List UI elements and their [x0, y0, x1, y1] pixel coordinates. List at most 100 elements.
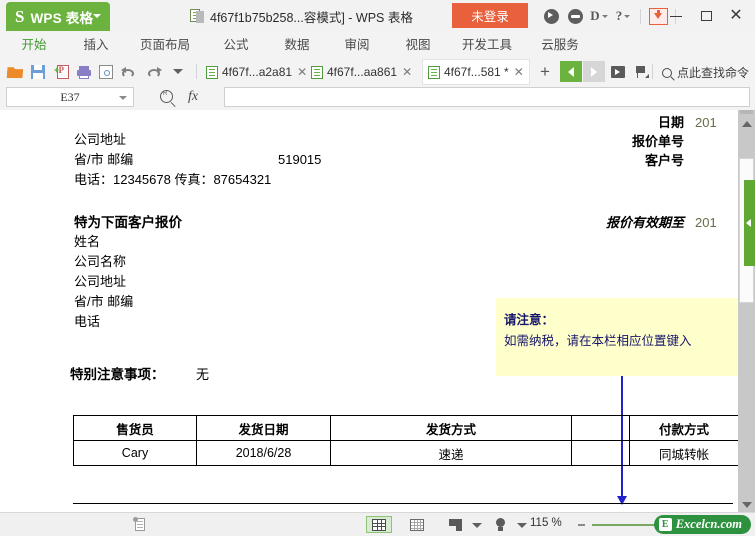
ribbon-tab-insert[interactable]: 插入 — [70, 32, 122, 58]
document-tab-3[interactable]: 4f67f...581 * ✕ — [422, 59, 530, 87]
login-button[interactable]: 未登录 — [452, 3, 528, 28]
document-tab-2[interactable]: 4f67f...aa861 ✕ — [311, 59, 412, 85]
scroll-up-icon[interactable] — [738, 116, 755, 132]
order-info-table: 售货员 发货日期 发货方式 付款方式 Cary 2018/6/28 速递 同城转… — [73, 415, 739, 466]
split-handle[interactable] — [740, 110, 753, 114]
close-button[interactable]: ✕ — [721, 2, 751, 30]
table-header-ship-date: 发货日期 — [197, 416, 331, 441]
window-controls: ✕ — [661, 0, 751, 32]
compat-circle-icon[interactable] — [540, 5, 562, 27]
spreadsheet-tab-icon — [428, 66, 440, 79]
next-tab-icon[interactable] — [583, 61, 605, 82]
ribbon-tab-formula[interactable]: 公式 — [210, 32, 262, 58]
watermark-badge: E Excelcn.com — [654, 515, 751, 534]
date-value: 201 — [695, 113, 717, 132]
prev-tab-icon[interactable] — [560, 61, 582, 82]
page-break-view-icon[interactable] — [442, 516, 468, 533]
print-preview-icon[interactable] — [96, 62, 116, 82]
document-tab-1-label: 4f67f...a2a81 — [222, 65, 292, 79]
open-folder-icon[interactable] — [5, 62, 25, 82]
ribbon-tab-data[interactable]: 数据 — [271, 32, 323, 58]
toolbar-divider-2 — [652, 64, 653, 79]
ribbon-tab-dev-tools[interactable]: 开发工具 — [450, 32, 524, 58]
zoom-out-icon[interactable] — [578, 524, 585, 526]
table-header-row: 售货员 发货日期 发货方式 付款方式 — [74, 416, 739, 441]
page-layout-view-icon[interactable] — [404, 516, 430, 533]
tab-flag-icon[interactable] — [632, 62, 652, 82]
name-box[interactable]: E37 — [6, 87, 134, 107]
table-header-salesperson: 售货员 — [74, 416, 197, 441]
task-pane-toggle-icon[interactable] — [744, 180, 755, 266]
cell-blank — [572, 441, 630, 466]
scroll-down-icon[interactable] — [738, 497, 755, 513]
insert-function-icon[interactable]: fx — [188, 89, 198, 105]
formula-zoom-icon[interactable]: R — [160, 90, 173, 103]
print-icon[interactable] — [74, 62, 94, 82]
zoom-level-label[interactable]: 115 % — [530, 517, 562, 529]
reading-layout-dropdown-icon[interactable] — [517, 523, 527, 528]
normal-view-icon[interactable] — [366, 516, 392, 533]
ribbon-tab-review[interactable]: 审阅 — [331, 32, 383, 58]
customer-name-label: 姓名 — [74, 232, 100, 251]
document-tab-1[interactable]: 4f67f...a2a81 ✕ — [206, 59, 307, 85]
dropbox-icon[interactable]: D — [588, 5, 610, 27]
reading-layout-icon[interactable] — [487, 516, 513, 533]
sheet-info-icon[interactable] — [133, 517, 148, 532]
ribbon-tab-page-layout[interactable]: 页面布局 — [128, 32, 202, 58]
tax-note-title: 请注意： — [504, 309, 554, 328]
special-note-value: 无 — [196, 365, 209, 384]
date-label: 日期 — [500, 113, 684, 132]
cell-salesperson: Cary — [74, 441, 197, 466]
formula-input[interactable] — [224, 87, 750, 107]
spreadsheet-tab-icon — [206, 66, 218, 79]
search-icon — [662, 68, 672, 78]
customer-phone-label: 电话 — [74, 312, 100, 331]
wps-spreadsheet-window: S WPS 表格 4f67f1b75b258...容模式] - WPS 表格 未… — [0, 0, 755, 536]
table-bottom-border — [73, 503, 733, 504]
document-title-area: 4f67f1b75b258...容模式] - WPS 表格 — [190, 0, 413, 32]
minimize-button[interactable] — [661, 2, 691, 30]
page-break-dropdown-icon[interactable] — [472, 523, 482, 528]
tab-list-icon[interactable] — [608, 62, 628, 82]
maximize-button[interactable] — [691, 2, 721, 30]
company-phone-fax-line: 电话：12345678 传真：87654321 — [74, 170, 271, 189]
tax-note-body: 如需纳税，请在本栏相应位置键入 — [504, 330, 692, 349]
quote-heading: 特为下面客户报价 — [74, 213, 182, 232]
customer-company-label: 公司名称 — [74, 252, 126, 271]
postal-code-value: 519015 — [278, 150, 321, 169]
search-command-label: 点此查找命令 — [677, 64, 749, 81]
search-command-box[interactable]: 点此查找命令 — [662, 64, 749, 81]
quote-number-label: 报价单号 — [500, 132, 684, 151]
chevron-down-icon[interactable] — [93, 14, 101, 18]
help-icon[interactable]: ? — [612, 5, 634, 27]
document-tab-2-label: 4f67f...aa861 — [327, 65, 397, 79]
redo-icon[interactable] — [144, 62, 164, 82]
spreadsheet-canvas[interactable]: 公司地址 省/市 邮编 电话：12345678 传真：87654321 5190… — [0, 110, 755, 513]
new-tab-button[interactable]: + — [540, 63, 550, 80]
save-as-icon[interactable] — [51, 62, 71, 82]
company-address-line: 公司地址 — [74, 130, 126, 149]
customer-number-label: 客户号 — [500, 151, 684, 170]
quote-validity-value: 201 — [695, 213, 717, 232]
save-icon[interactable] — [28, 62, 48, 82]
close-icon[interactable]: ✕ — [402, 66, 412, 78]
cell-ship-method: 速递 — [331, 441, 572, 466]
quotation-document: 公司地址 省/市 邮编 电话：12345678 传真：87654321 5190… — [0, 110, 737, 513]
ribbon-tab-cloud[interactable]: 云服务 — [530, 32, 590, 58]
vertical-scrollbar[interactable] — [738, 110, 755, 513]
close-icon[interactable]: ✕ — [514, 66, 524, 78]
sync-circle-icon[interactable] — [564, 5, 586, 27]
quote-validity-label: 报价有效期至 — [500, 213, 684, 232]
wps-app-tab[interactable]: S WPS 表格 — [6, 2, 110, 31]
close-icon[interactable]: ✕ — [297, 66, 307, 78]
table-header-ship-method: 发货方式 — [331, 416, 572, 441]
namebox-dropdown-icon[interactable] — [119, 96, 127, 100]
undo-icon[interactable] — [118, 62, 138, 82]
table-header-blank — [572, 416, 630, 441]
ribbon-tab-bar: 开始 插入 页面布局 公式 数据 审阅 视图 开发工具 云服务 — [0, 32, 755, 59]
quick-access-toolbar: 4f67f...a2a81 ✕ 4f67f...aa861 ✕ 4f67f...… — [0, 58, 755, 86]
ribbon-tab-view[interactable]: 视图 — [392, 32, 444, 58]
cell-ship-date: 2018/6/28 — [197, 441, 331, 466]
customize-quick-access-icon[interactable] — [173, 69, 183, 74]
ribbon-tab-start[interactable]: 开始 — [8, 32, 60, 58]
